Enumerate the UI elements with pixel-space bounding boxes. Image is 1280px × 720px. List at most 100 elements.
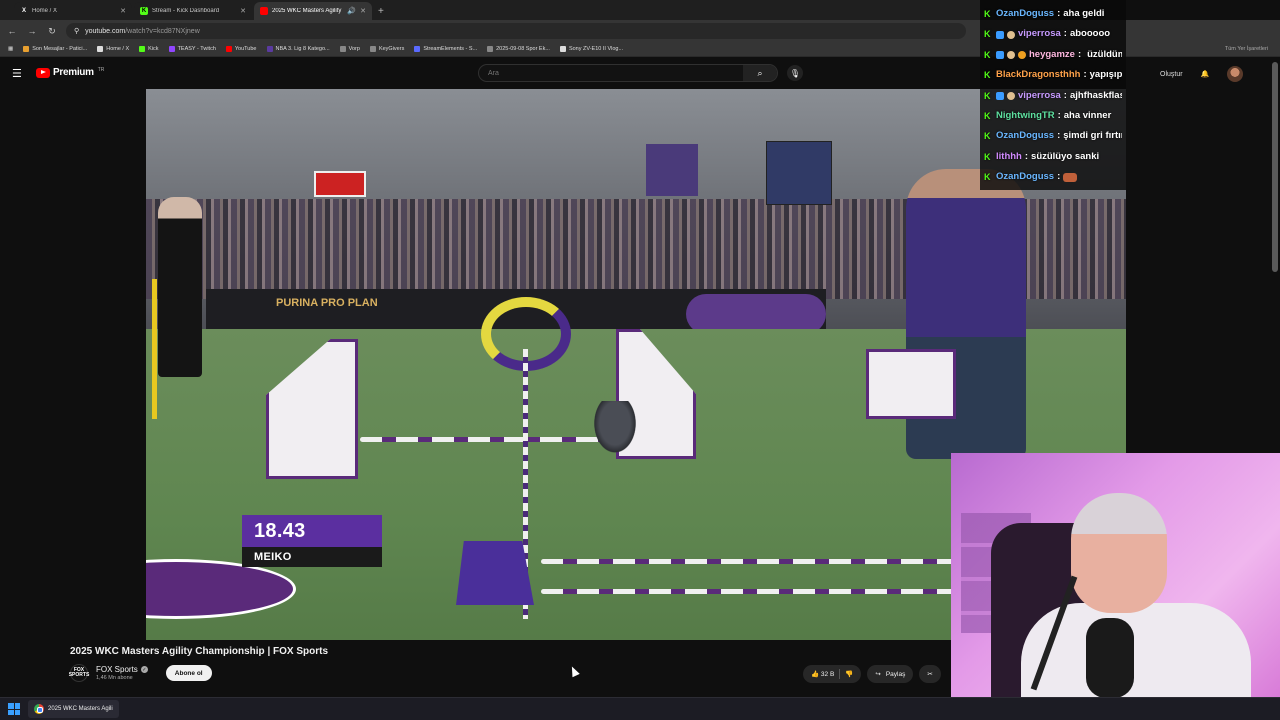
- microphone-icon[interactable]: 🎙: [787, 65, 803, 81]
- share-button[interactable]: ↪ Paylaş: [867, 665, 914, 683]
- kick-badge-icon: K: [984, 90, 991, 101]
- chat-username[interactable]: OzanDoguss: [996, 4, 1054, 24]
- chat-separator: :: [1077, 48, 1082, 60]
- chat-separator: :: [1083, 69, 1087, 81]
- chat-text: ajhfhaskflasjfas: [1069, 89, 1122, 101]
- chat-separator: :: [1057, 8, 1061, 19]
- screen: X Home / X ✕ K Stream - Kick Dashboard ✕…: [0, 0, 1280, 720]
- bookmark-icon: [23, 46, 30, 52]
- bookmark-item[interactable]: TEASY - Twitch: [168, 46, 216, 52]
- tab-youtube-video[interactable]: 2025 WKC Masters Agility 🔊 ✕: [254, 2, 372, 20]
- bell-icon[interactable]: 🔔: [1201, 70, 1210, 78]
- bookmark-item[interactable]: Kick: [139, 46, 159, 52]
- arena-sign: [314, 171, 366, 197]
- streamer-webcam: [951, 453, 1280, 697]
- chat-text: aha vinner: [1063, 110, 1112, 122]
- bookmark-icon: [266, 46, 273, 52]
- like-button[interactable]: 👍 32 B: [811, 670, 834, 678]
- chat-text: süzülüyo sanki: [1031, 150, 1100, 162]
- share-icon: ↪: [875, 671, 881, 678]
- site-info-icon[interactable]: ⚲: [74, 27, 79, 35]
- header-actions: Oluştur 🔔: [1160, 66, 1244, 82]
- scissors-icon: ✂: [927, 671, 933, 678]
- chat-username[interactable]: heygamze: [1029, 45, 1075, 65]
- search-input[interactable]: [479, 69, 743, 77]
- thumbs-down-icon[interactable]: 👎: [845, 670, 853, 678]
- chat-username[interactable]: lithhh: [996, 147, 1022, 167]
- chat-message: K BlackDragonsthhh:yapışıp kalmasın: [984, 65, 1122, 85]
- chat-message: Klithhh: süzülüyo sanki: [984, 147, 1122, 167]
- bookmark-icon: [559, 46, 566, 52]
- arena-scoreboard: [766, 141, 832, 205]
- avatar[interactable]: [1227, 66, 1244, 82]
- yellow-post: [152, 279, 157, 419]
- like-dislike-group: 👍 32 B 👎: [803, 665, 862, 683]
- twitch-icon: [168, 46, 175, 52]
- kick-icon: [139, 46, 146, 52]
- chat-emote-icon: [1063, 172, 1078, 182]
- subscriber-badge-icon: [996, 51, 1004, 60]
- windows-start-icon[interactable]: [8, 703, 20, 715]
- close-icon[interactable]: ✕: [120, 7, 126, 15]
- chat-username[interactable]: BlackDragonsthhh: [996, 65, 1080, 85]
- bookmark-item[interactable]: Vorp: [339, 46, 360, 52]
- all-bookmarks[interactable]: Tüm Yer İşaretleri: [1225, 46, 1268, 52]
- bookmark-item[interactable]: YouTube: [225, 46, 257, 52]
- bookmark-item[interactable]: Son Mesajlar - Patici...: [23, 46, 87, 52]
- create-button[interactable]: Oluştur: [1160, 71, 1183, 78]
- chat-text: abooooo: [1069, 28, 1111, 40]
- chat-username[interactable]: NightwingTR: [996, 106, 1055, 126]
- bookmark-item[interactable]: Sony ZV-E10 II Vlog...: [559, 46, 623, 52]
- url-field[interactable]: ⚲ youtube.com/watch?v=kcd87NXjnew: [66, 23, 966, 39]
- close-icon[interactable]: ✕: [360, 7, 366, 15]
- chat-separator: :: [1063, 89, 1067, 101]
- kick-badge-icon: K: [984, 49, 991, 60]
- bookmark-item[interactable]: KeyGivers: [369, 46, 404, 52]
- chat-username[interactable]: OzanDoguss: [996, 126, 1054, 146]
- url-path: /watch?v=kcd87NXjnew: [125, 27, 200, 35]
- new-tab-button[interactable]: +: [378, 6, 384, 17]
- back-arrow-icon[interactable]: ←: [6, 26, 18, 36]
- taskbar-app-chrome[interactable]: 2025 WKC Masters Agili: [28, 700, 119, 718]
- channel-avatar[interactable]: FOX SPORTS: [69, 664, 89, 682]
- chat-message: Kviperrosa:ajhfhaskflasjfas: [984, 86, 1122, 106]
- chat-username[interactable]: viperrosa: [1018, 24, 1061, 44]
- reload-icon[interactable]: ↻: [46, 26, 58, 37]
- channel-name[interactable]: FOX Sports ✓: [96, 665, 148, 674]
- close-icon[interactable]: ✕: [240, 7, 246, 15]
- menu-icon[interactable]: ☰: [12, 67, 22, 80]
- chat-message: K OzanDoguss:şimdi gri fırtınayı izleyin: [984, 126, 1122, 146]
- chat-text: yapışıp kalmasın: [1089, 69, 1122, 81]
- chat-text: aha geldi: [1063, 8, 1105, 19]
- subscriber-badge-icon: [996, 30, 1004, 39]
- dog: [591, 401, 639, 457]
- kick-badge-icon: K: [984, 131, 991, 142]
- taskbar: 2025 WKC Masters Agili: [0, 697, 1280, 720]
- tab-home-x[interactable]: X Home / X ✕: [14, 2, 132, 20]
- logo-word: Premium: [53, 67, 94, 78]
- emoji-badge-icon: [1007, 30, 1015, 39]
- subscribe-button[interactable]: Abone ol: [165, 665, 212, 681]
- chat-separator: :: [1024, 150, 1029, 162]
- kick-badge-icon: K: [984, 111, 991, 122]
- stream-chat-overlay: K OzanDoguss: aha geldi Kviperrosa: abooooo K…: [980, 0, 1126, 190]
- chat-username[interactable]: OzanDoguss: [996, 167, 1054, 187]
- bookmark-item[interactable]: 2025-09-08 Spor Ek...: [487, 46, 550, 52]
- forward-arrow-icon[interactable]: →: [26, 26, 38, 36]
- speaker-icon[interactable]: 🔊: [347, 7, 356, 15]
- bookmark-item[interactable]: NBA 3. Lig 8 Katego...: [266, 46, 330, 52]
- bookmark-item[interactable]: Home / X: [97, 46, 129, 52]
- apps-grid-icon[interactable]: ▦: [8, 46, 13, 52]
- tab-kick-dashboard[interactable]: K Stream - Kick Dashboard ✕: [134, 2, 252, 20]
- page-scrollbar[interactable]: [1272, 62, 1278, 272]
- channel-row: FOX SPORTS FOX Sports ✓ 1,46 Mn abone Abo…: [69, 664, 212, 682]
- search-icon[interactable]: ⌕: [743, 65, 777, 81]
- chat-separator: :: [1057, 171, 1061, 183]
- video-actions: 👍 32 B 👎 ↪ Paylaş ✂: [803, 665, 941, 683]
- youtube-logo[interactable]: Premium TR: [36, 67, 104, 78]
- chat-username[interactable]: viperrosa: [1018, 86, 1061, 106]
- kick-badge-icon: K: [984, 9, 991, 19]
- bookmark-item[interactable]: StreamElements - S...: [414, 46, 477, 52]
- bookmark-icon: [414, 46, 421, 52]
- clip-button[interactable]: ✂: [919, 665, 941, 683]
